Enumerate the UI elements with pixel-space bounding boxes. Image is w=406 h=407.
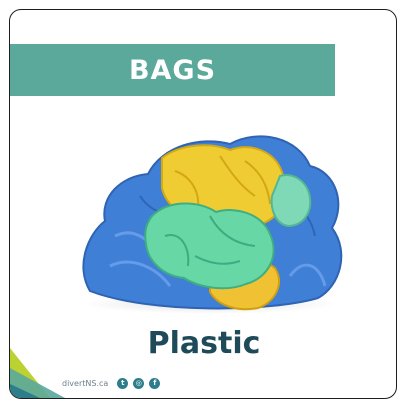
plastic-bags-image (82, 135, 343, 314)
footer: divertNS.ca t ◎ f (62, 378, 161, 389)
card: BAGS Plastic divertNS.ca t ◎ f (9, 9, 397, 399)
card-title: BAGS (128, 54, 217, 86)
green-bag-right (270, 174, 312, 228)
twitter-icon[interactable]: t (117, 378, 129, 389)
facebook-icon[interactable]: f (149, 378, 161, 389)
instagram-icon[interactable]: ◎ (133, 378, 145, 389)
footer-url[interactable]: divertNS.ca (62, 379, 108, 388)
title-banner: BAGS (10, 44, 335, 96)
